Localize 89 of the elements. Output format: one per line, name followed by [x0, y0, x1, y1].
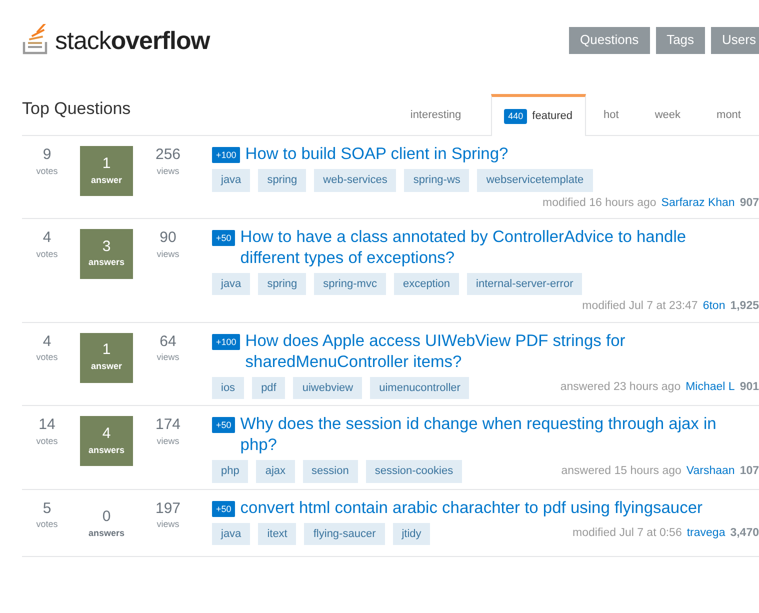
- tag[interactable]: uiwebview: [293, 376, 362, 399]
- tab[interactable]: interesting: [398, 93, 474, 135]
- tag[interactable]: php: [212, 460, 248, 482]
- views-label: views: [156, 518, 180, 532]
- count-badge: 440: [504, 108, 528, 124]
- vote-count: 4: [42, 228, 52, 248]
- view-count: 197: [155, 500, 181, 518]
- bounty-badge: +50: [212, 417, 236, 433]
- tab[interactable]: week: [636, 93, 699, 135]
- views-label: views: [156, 164, 180, 178]
- vote-count: 9: [42, 146, 52, 165]
- activity-time: modified Jul 7 at 0:56: [572, 526, 682, 542]
- user-link[interactable]: Varshaan: [686, 462, 735, 480]
- tag[interactable]: java: [212, 169, 250, 192]
- question-title-link[interactable]: How to have a class annotated by ControllerAdvice to handle different types of exceptions?: [240, 226, 735, 269]
- bounty-badge: +50: [212, 500, 236, 516]
- tag[interactable]: spring: [258, 169, 306, 192]
- user-link[interactable]: Michael L: [686, 379, 735, 396]
- vote-count: 14: [38, 416, 56, 435]
- view-count: 174: [155, 416, 181, 435]
- activity-time: answered 15 hours ago: [561, 464, 682, 479]
- answer-count: 3: [102, 238, 111, 256]
- activity-time: modified Jul 7 at 23:47: [582, 299, 698, 314]
- user-link[interactable]: travega: [686, 525, 726, 542]
- tag[interactable]: jtidy: [392, 522, 430, 545]
- vote-count: 4: [42, 332, 52, 352]
- question-title-link[interactable]: How does Apple access UIWebView PDF strings for sharedMenuController items?: [245, 330, 735, 372]
- activity-time: modified 16 hours ago: [542, 196, 656, 210]
- reputation: 3,470: [730, 526, 759, 542]
- tag[interactable]: uimenucontroller: [370, 376, 470, 399]
- tag[interactable]: pdf: [252, 376, 286, 399]
- tab[interactable]: mont: [698, 93, 759, 135]
- views-label: views: [156, 434, 180, 448]
- views-label: views: [156, 351, 180, 364]
- nav-button[interactable]: Questions: [569, 26, 650, 54]
- bounty-badge: +50: [212, 230, 236, 246]
- tag[interactable]: web-services: [314, 169, 396, 192]
- tag[interactable]: session-cookies: [366, 460, 462, 482]
- bounty-badge: +100: [212, 334, 240, 350]
- tab[interactable]: 440 featured: [491, 94, 586, 136]
- tag[interactable]: flying-saucer: [304, 522, 385, 545]
- answer-count: 1: [102, 341, 111, 360]
- answers-label: answers: [88, 444, 125, 457]
- tag[interactable]: webservicetemplate: [477, 169, 593, 192]
- question-title-link[interactable]: convert html contain arabic charachter to pdf using flyingsaucer: [240, 498, 735, 518]
- answers-label: answers: [88, 527, 125, 540]
- answer-count: 1: [102, 154, 111, 174]
- votes-label: votes: [36, 248, 58, 260]
- nav-button[interactable]: Tags: [656, 26, 706, 54]
- question-title-link[interactable]: Why does the session id change when requesting through ajax in php?: [240, 414, 735, 456]
- tag[interactable]: spring: [258, 272, 306, 296]
- tag[interactable]: ios: [212, 376, 244, 399]
- answer-count: 0: [102, 508, 111, 528]
- view-count: 64: [160, 332, 176, 352]
- tag[interactable]: ajax: [256, 460, 295, 482]
- reputation: 907: [740, 196, 759, 210]
- vote-count: 5: [42, 500, 52, 518]
- reputation: 107: [740, 464, 759, 479]
- tab[interactable]: hot: [586, 93, 637, 135]
- view-count: 256: [155, 146, 181, 165]
- views-label: views: [156, 248, 180, 260]
- tag[interactable]: exception: [394, 272, 460, 296]
- tag[interactable]: java: [212, 272, 250, 296]
- tag[interactable]: itext: [258, 522, 296, 545]
- page-heading: Top Questions: [22, 98, 131, 120]
- answer-count: 4: [102, 424, 111, 444]
- user-link[interactable]: 6ton: [702, 298, 726, 316]
- answers-label: answers: [88, 256, 125, 270]
- user-link[interactable]: Sarfaraz Khan: [661, 194, 735, 212]
- view-count: 90: [160, 228, 176, 248]
- votes-label: votes: [36, 434, 58, 448]
- reputation: 1,925: [730, 299, 759, 314]
- tag[interactable]: spring-ws: [404, 169, 470, 192]
- tag[interactable]: session: [302, 460, 358, 482]
- nav-button[interactable]: Users: [711, 26, 759, 54]
- tab-label: featured: [532, 109, 573, 124]
- answers-label: answer: [90, 360, 122, 374]
- reputation: 901: [740, 380, 759, 396]
- votes-label: votes: [36, 164, 58, 178]
- activity-time: answered 23 hours ago: [560, 380, 681, 396]
- votes-label: votes: [36, 518, 58, 532]
- tag[interactable]: internal-server-error: [467, 272, 582, 296]
- answers-label: answer: [90, 174, 122, 187]
- bounty-badge: +100: [212, 147, 240, 163]
- logo-wordmark[interactable]: stackoverflow: [55, 29, 210, 56]
- question-title-link[interactable]: How to build SOAP client in Spring?: [245, 144, 735, 165]
- tag[interactable]: java: [212, 522, 250, 545]
- votes-label: votes: [36, 351, 58, 364]
- tag[interactable]: spring-mvc: [314, 272, 386, 296]
